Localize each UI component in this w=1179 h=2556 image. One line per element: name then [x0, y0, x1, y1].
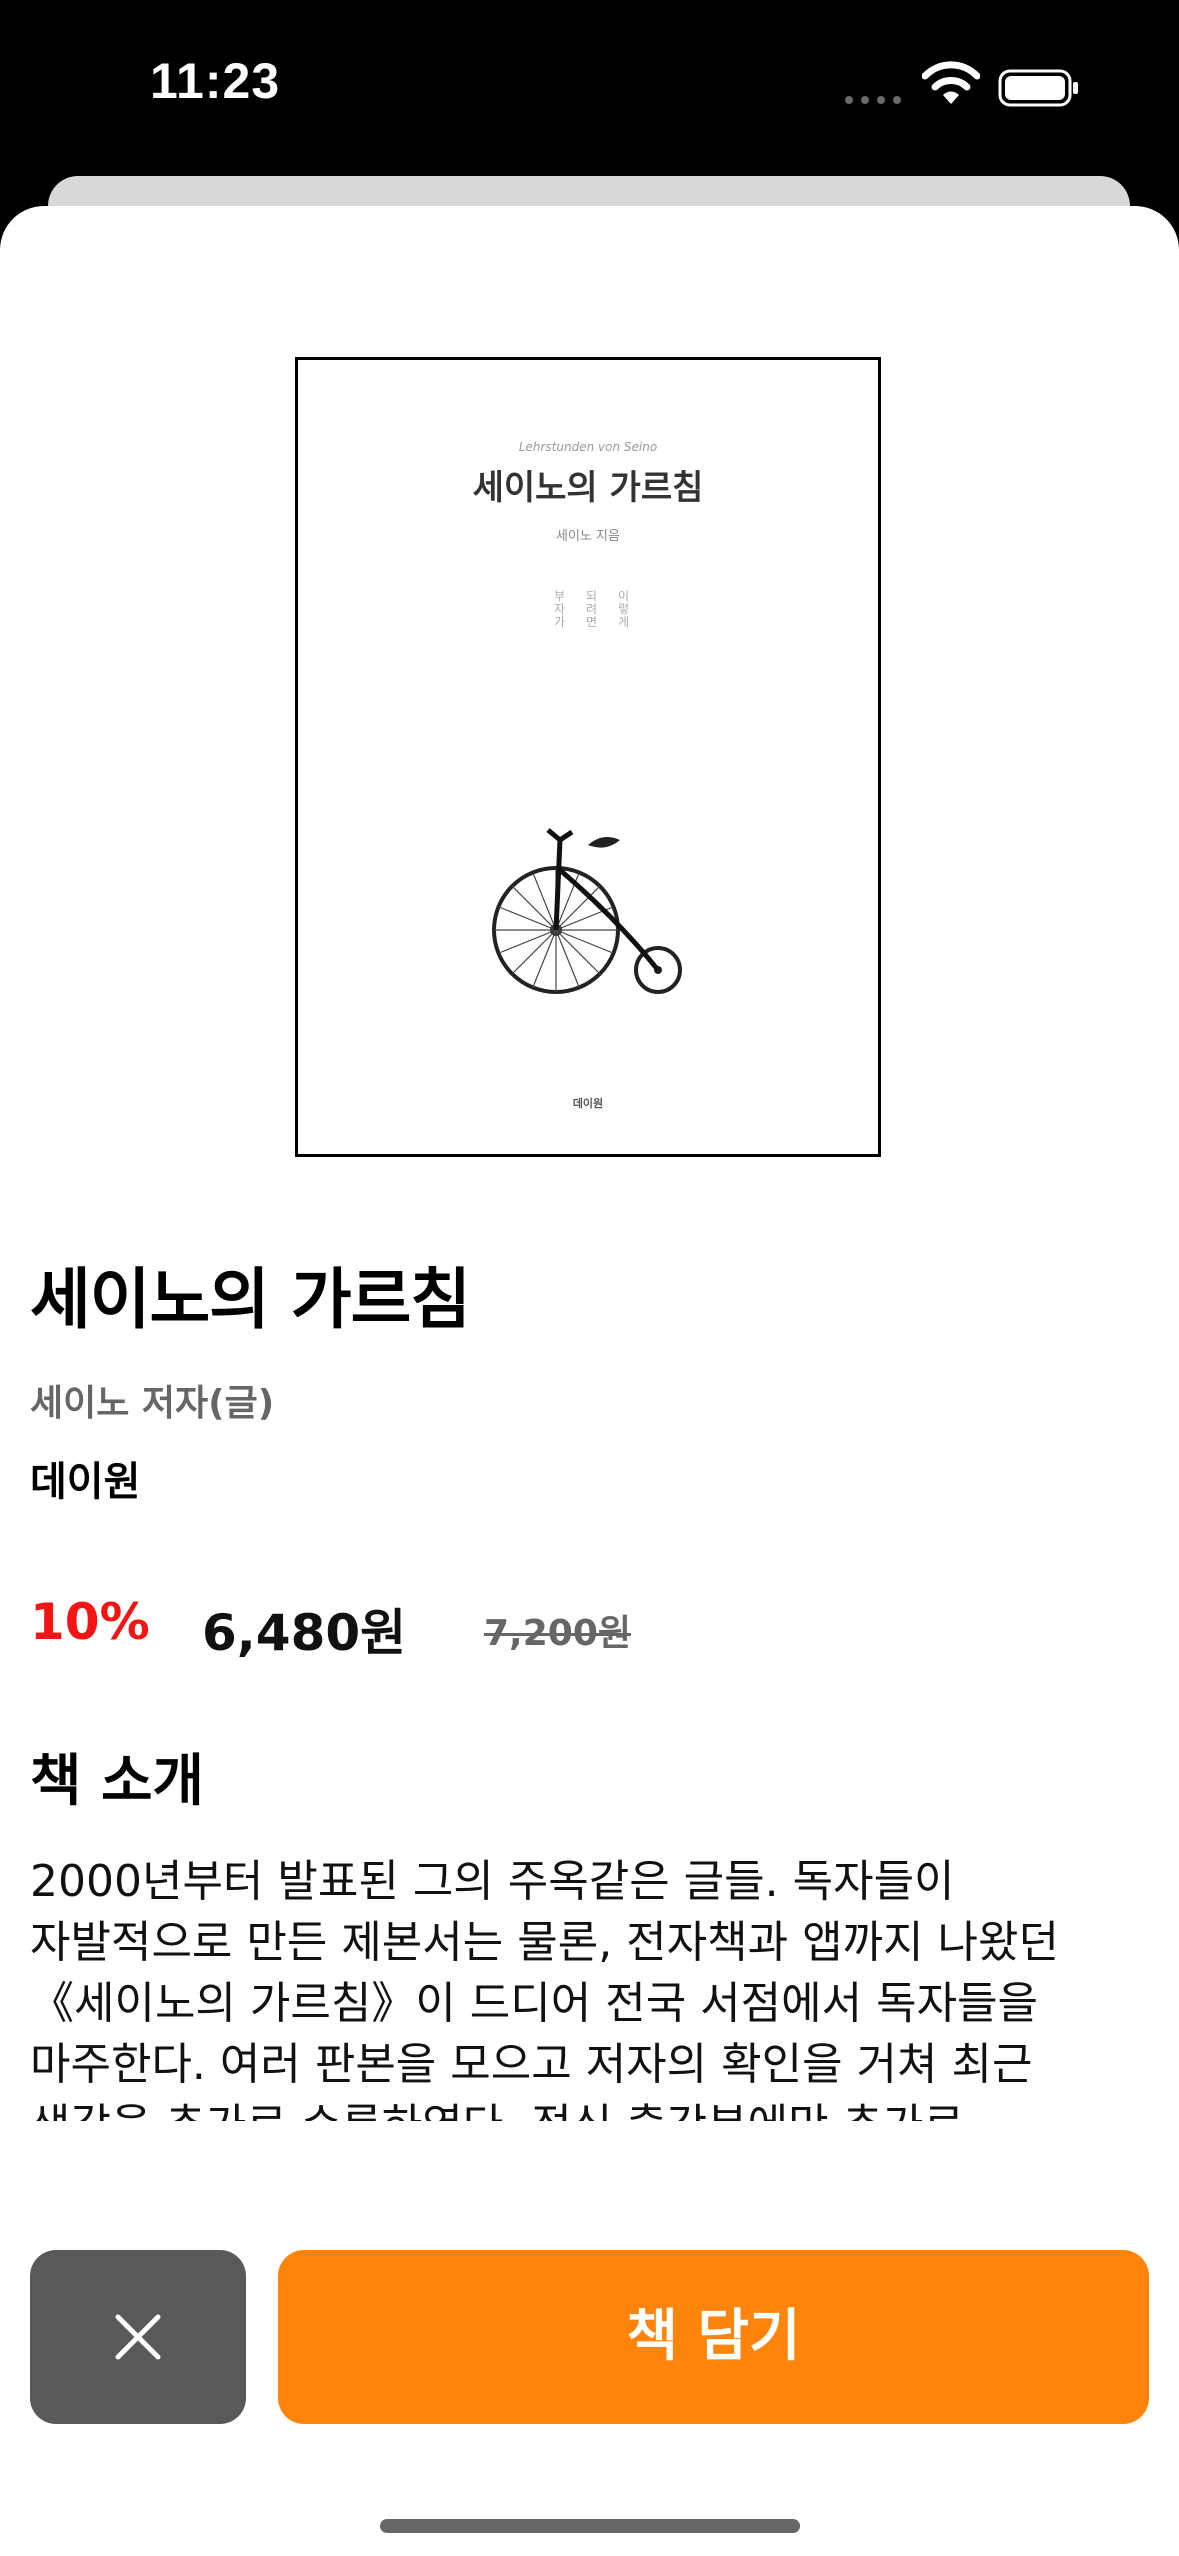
intro-body: 2000년부터 발표된 그의 주옥같은 글들. 독자들이 자발적으로 만든 제본…	[30, 1856, 1059, 2121]
status-time: 11:23	[150, 53, 281, 109]
discount-rate: 10%	[30, 1593, 150, 1651]
cover-subtitle: Lehrstunden von Seino	[518, 440, 658, 454]
sale-price: 6,480원	[202, 1604, 407, 1662]
intro-heading: 책 소개	[30, 1749, 205, 1814]
cover-publisher: 데이원	[572, 1097, 604, 1110]
wifi-icon	[922, 61, 980, 104]
cover-vertical-text: 이렇게	[618, 589, 630, 629]
cover-vertical-text: 부자가	[554, 589, 566, 629]
signal-dots-icon	[845, 96, 905, 106]
add-book-button[interactable]: 책 담기	[278, 2250, 1149, 2424]
bicycle-illustration	[492, 828, 682, 994]
book-publisher: 데이원	[30, 1459, 141, 1505]
close-icon	[115, 2314, 161, 2360]
cover-author: 세이노 지음	[556, 529, 620, 544]
book-title: 세이노의 가르침	[30, 1261, 471, 1338]
home-indicator	[380, 2519, 800, 2533]
book-detail-sheet: Lehrstunden von Seino 세이노의 가르침 세이노 지음 부자…	[0, 206, 1179, 2556]
book-cover-image: Lehrstunden von Seino 세이노의 가르침 세이노 지음 부자…	[295, 357, 881, 1157]
book-author: 세이노 저자(글)	[30, 1383, 275, 1424]
cover-vertical-text: 되려면	[586, 589, 598, 629]
battery-icon	[998, 69, 1078, 107]
cover-title: 세이노의 가르침	[472, 468, 704, 508]
status-bar: 11:23	[0, 0, 1179, 175]
close-button[interactable]	[30, 2250, 246, 2424]
original-price: 7,200원	[484, 1613, 631, 1654]
